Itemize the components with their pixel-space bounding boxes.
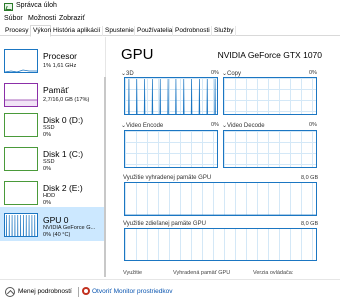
sidebar-scrollbar[interactable] [104, 77, 106, 277]
engine-selector-video-decode[interactable]: ⌄Video Decode [222, 122, 265, 129]
shared-memory-label: Využitie zdieľanej pamäte GPU [123, 221, 206, 227]
fewer-details-button[interactable]: Menej podrobností [18, 288, 72, 295]
tab-startup[interactable]: Spustenie [103, 26, 135, 36]
gpu-thumbnail [4, 213, 38, 237]
graph-shared-memory-line [125, 229, 317, 261]
gpu-thumbnail-graph [5, 214, 36, 236]
sidebar-item-detail: 0% [43, 200, 52, 206]
stat-utilization-label: Využitie [123, 270, 143, 276]
sidebar-item-cpu[interactable]: Procesor 1% 1,61 GHz [0, 43, 106, 77]
memory-thumbnail [4, 83, 38, 107]
sidebar-item-detail: 1% 1,61 GHz [43, 63, 77, 69]
page-title: GPU [121, 46, 154, 63]
disk-thumbnail [4, 181, 38, 205]
sidebar-item-name: Procesor [43, 51, 78, 61]
sidebar-item-model: NVIDIA GeForce G... [43, 225, 96, 231]
shared-memory-max: 8,0 GB [301, 221, 319, 227]
dedicated-memory-max: 8,0 GB [301, 175, 319, 181]
engine-percent: 0% [211, 122, 219, 128]
sidebar-item-memory[interactable]: Pamäť 2,7/16,0 GB (17%) [0, 77, 106, 111]
graph-3d-line [128, 78, 216, 114]
sidebar-item-name: Pamäť [43, 85, 69, 95]
resource-monitor-icon[interactable] [82, 287, 90, 295]
graph-3d [124, 77, 218, 115]
graph-shared-memory [124, 228, 317, 261]
footer-divider [78, 287, 79, 297]
menu-options[interactable]: Možnosti [28, 15, 56, 22]
engine-selector-3d[interactable]: ⌄3D [121, 70, 134, 77]
graph-video-encode [124, 130, 218, 168]
disk-thumbnail [4, 113, 38, 137]
disk-thumbnail [4, 147, 38, 171]
engine-selector-copy[interactable]: ⌄Copy [222, 70, 241, 77]
menu-bar: Súbor Možnosti Zobraziť [0, 14, 340, 25]
engine-percent: 0% [309, 122, 317, 128]
title-bar: Správca úloh [0, 0, 340, 14]
graph-dedicated-memory-line [125, 214, 316, 215]
task-manager-icon [4, 3, 13, 11]
gpu-detail-panel: GPU NVIDIA GeForce GTX 1070 ⌄3D 0% ⌄Copy… [110, 37, 340, 277]
engine-selector-video-encode[interactable]: ⌄Video Encode [121, 122, 163, 129]
engine-percent: 0% [211, 70, 219, 76]
sidebar-item-type: HDD [43, 193, 56, 199]
tab-app-history[interactable]: História aplikácií [51, 26, 103, 36]
sidebar-item-disk-0[interactable]: Disk 0 (D:) SSD 0% [0, 107, 106, 141]
resource-sidebar: Procesor 1% 1,61 GHz Pamäť 2,7/16,0 GB (… [0, 37, 106, 277]
window-title: Správca úloh [16, 2, 57, 9]
graph-copy-line [224, 78, 317, 115]
tab-users[interactable]: Používatelia [135, 26, 173, 36]
dedicated-memory-label: Využitie vyhradenej pamäte GPU [123, 175, 212, 181]
sidebar-item-disk-1[interactable]: Disk 1 (C:) SSD 0% [0, 141, 106, 175]
sidebar-item-gpu-0[interactable]: GPU 0 NVIDIA GeForce G... 0% (40 °C) [0, 207, 106, 241]
task-manager-window: Správca úloh Súbor Možnosti Zobraziť Pro… [0, 0, 340, 302]
memory-thumbnail-graph [5, 99, 37, 106]
gpu-model-name: NVIDIA GeForce GTX 1070 [217, 50, 322, 60]
sidebar-item-name: Disk 0 (D:) [43, 115, 84, 125]
sidebar-item-detail: 0% [43, 166, 52, 172]
sidebar-item-detail: 2,7/16,0 GB (17%) [43, 97, 90, 103]
sidebar-item-type: SSD [43, 159, 55, 165]
sidebar-item-type: SSD [43, 125, 55, 131]
menu-view[interactable]: Zobraziť [59, 15, 85, 22]
footer-bar: Menej podrobností Otvoriť Monitor prostr… [0, 279, 340, 302]
sidebar-item-disk-2[interactable]: Disk 2 (E:) HDD 0% [0, 175, 106, 209]
sidebar-item-name: Disk 1 (C:) [43, 149, 84, 159]
engine-label: Video Encode [126, 123, 164, 129]
stat-dedicated-memory-label: Vyhradená pamäť GPU [173, 270, 231, 276]
sidebar-item-detail: 0% (40 °C) [43, 232, 71, 238]
engine-percent: 0% [309, 70, 317, 76]
gpu-stats: Využitie Vyhradená pamäť GPU Verzia ovlá… [123, 268, 333, 278]
graph-dedicated-memory [124, 182, 317, 216]
tab-services[interactable]: Služby [212, 26, 236, 36]
tab-processes[interactable]: Procesy [3, 26, 31, 36]
sidebar-item-detail: 0% [43, 132, 52, 138]
cpu-thumbnail-graph [5, 69, 37, 72]
sidebar-item-name: Disk 2 (E:) [43, 183, 83, 193]
open-resource-monitor-link[interactable]: Otvoriť Monitor prostriedkov [92, 288, 172, 295]
cpu-thumbnail [4, 49, 38, 73]
graph-video-decode [223, 130, 317, 168]
menu-file[interactable]: Súbor [4, 15, 23, 22]
stat-driver-version-label: Verzia ovládača: [253, 270, 294, 276]
tab-bar: Procesy Výkon História aplikácií Spusten… [0, 25, 340, 37]
tab-performance[interactable]: Výkon [30, 25, 51, 37]
tab-details[interactable]: Podrobnosti [173, 26, 212, 36]
engine-label: Video Decode [227, 123, 265, 129]
graph-copy [223, 77, 317, 115]
chevron-up-icon[interactable] [5, 287, 15, 297]
sidebar-item-name: GPU 0 [43, 215, 69, 225]
